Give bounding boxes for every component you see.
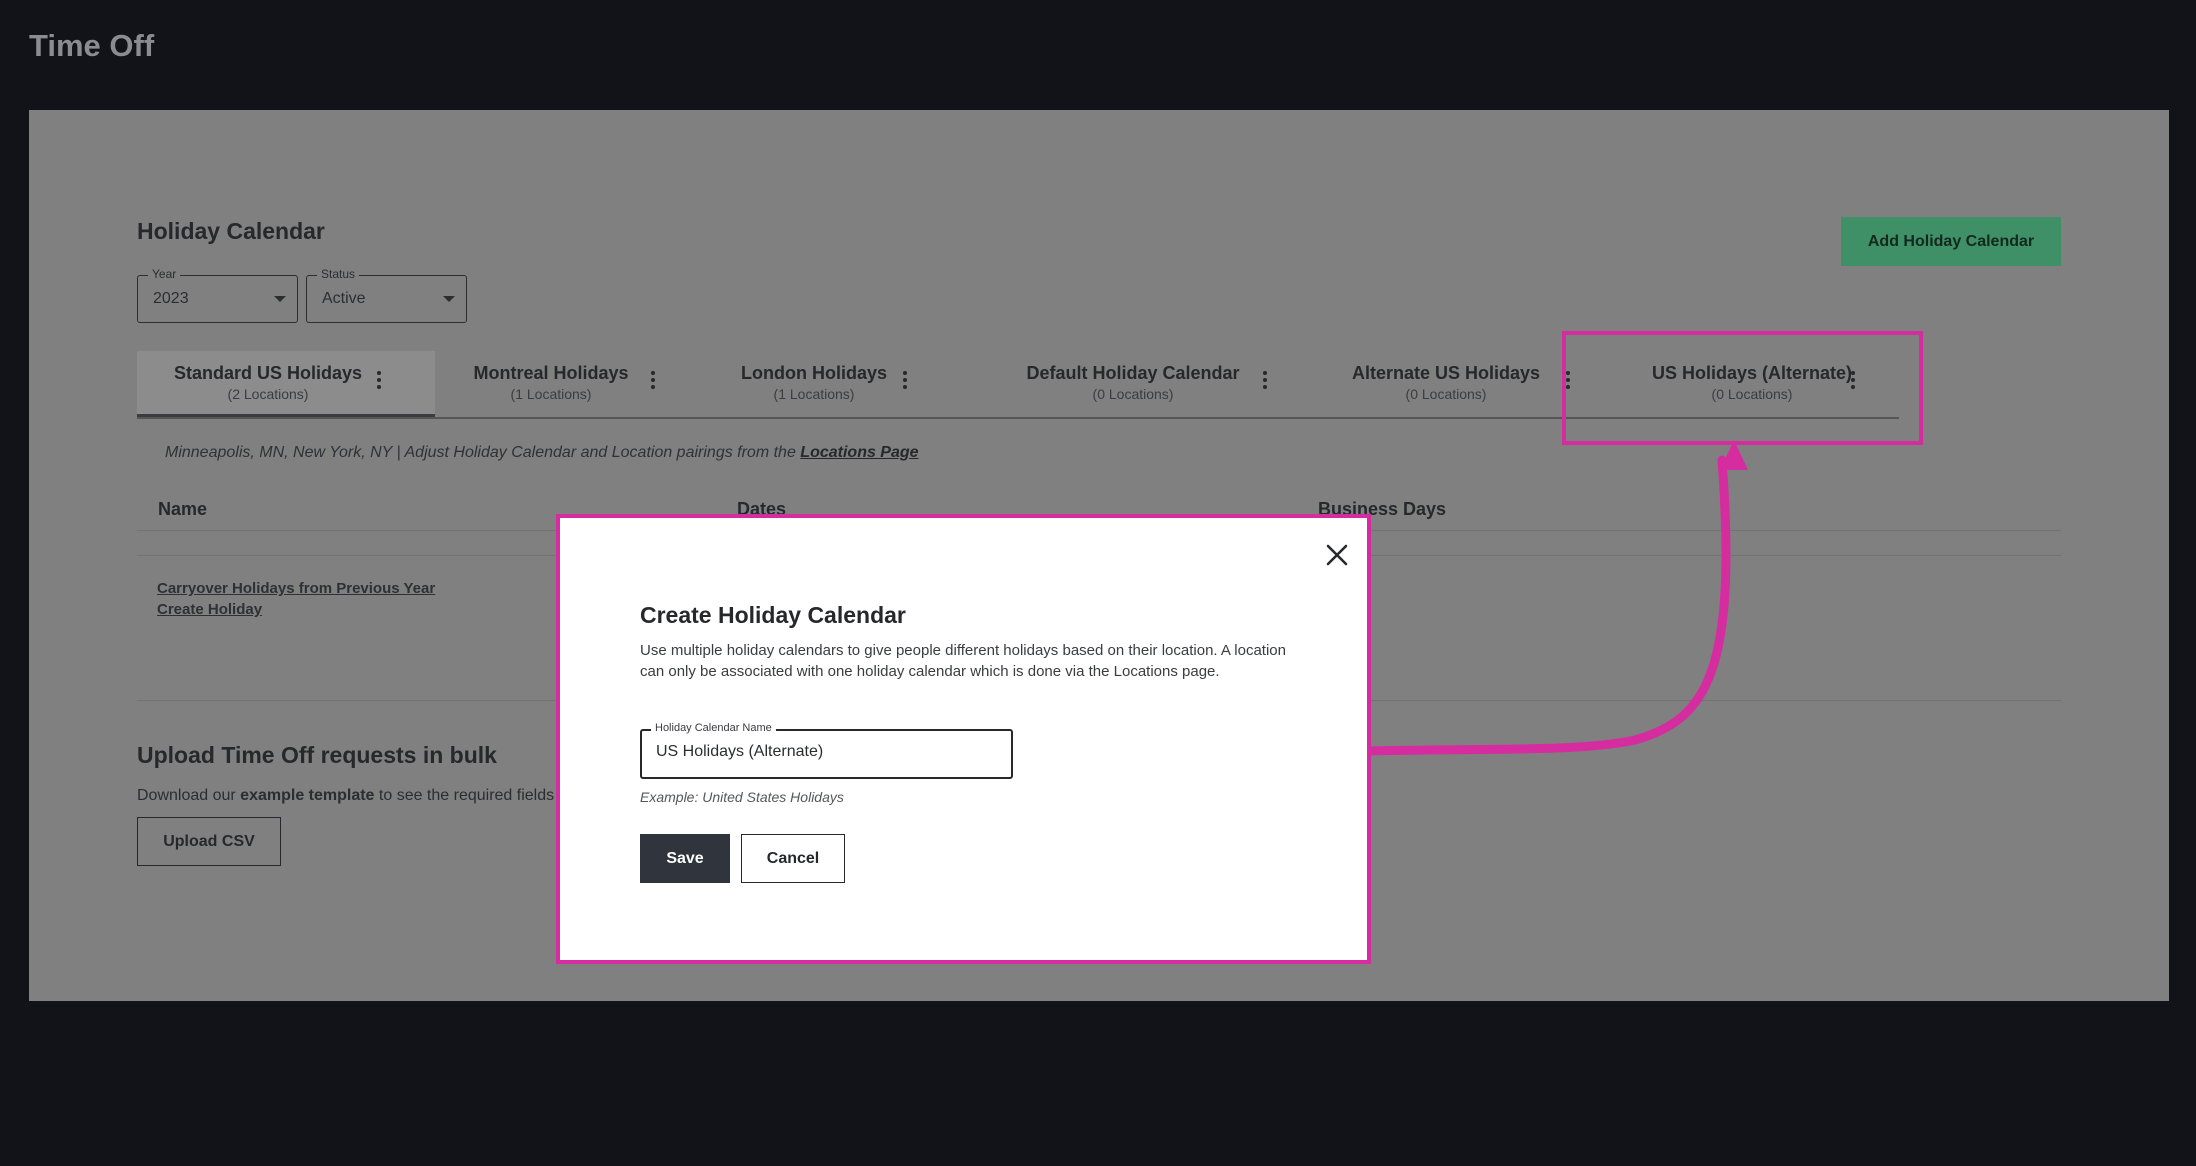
modal-description: Use multiple holiday calendars to give p… <box>640 642 1286 680</box>
holiday-calendar-name-field[interactable]: Holiday Calendar Name <box>640 722 1013 779</box>
holiday-calendar-name-input[interactable] <box>656 743 996 761</box>
close-icon[interactable] <box>1324 542 1350 568</box>
modal-title: Create Holiday Calendar <box>640 602 906 628</box>
create-holiday-calendar-modal: Create Holiday Calendar Use multiple hol… <box>556 514 1371 964</box>
field-hint: Example: United States Holidays <box>640 789 844 805</box>
field-label: Holiday Calendar Name <box>651 722 776 734</box>
save-button[interactable]: Save <box>640 834 730 883</box>
cancel-button[interactable]: Cancel <box>741 834 845 883</box>
